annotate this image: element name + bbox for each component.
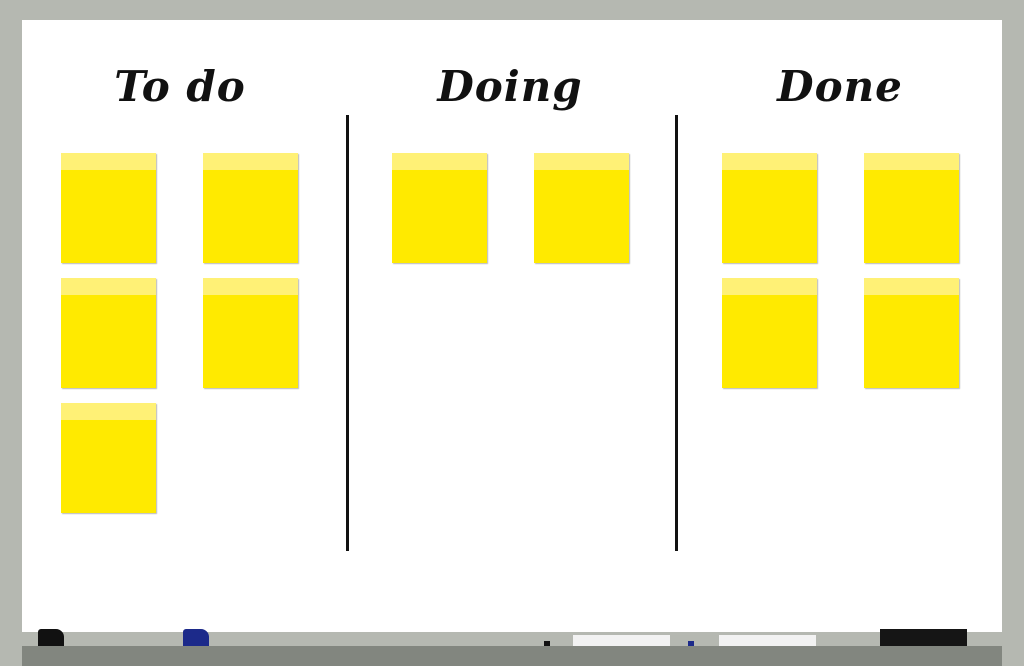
sticky-note-done[interactable]: [864, 153, 959, 263]
sticky-note-tape: [864, 153, 959, 170]
sticky-note-tape: [61, 153, 156, 170]
column-heading-doing: Doing: [437, 62, 583, 111]
sticky-note-tape: [722, 278, 817, 295]
sticky-note-tape: [61, 403, 156, 420]
column-divider: [675, 115, 678, 551]
sticky-note-tape: [864, 278, 959, 295]
sticky-note-tape: [203, 278, 298, 295]
column-divider: [346, 115, 349, 551]
sticky-note-todo[interactable]: [203, 153, 298, 263]
black-marker-icon[interactable]: [880, 629, 967, 646]
sticky-note-tape: [722, 153, 817, 170]
blue-marker-icon[interactable]: [183, 629, 209, 646]
black-marker-icon[interactable]: [544, 641, 550, 646]
sticky-note-tape: [203, 153, 298, 170]
sticky-note-todo[interactable]: [203, 278, 298, 388]
column-heading-todo: To do: [114, 62, 246, 111]
blue-marker-icon[interactable]: [688, 641, 694, 646]
sticky-note-tape: [534, 153, 629, 170]
sticky-note-doing[interactable]: [534, 153, 629, 263]
eraser-icon[interactable]: [719, 635, 816, 646]
sticky-note-done[interactable]: [722, 278, 817, 388]
sticky-note-tape: [392, 153, 487, 170]
sticky-note-doing[interactable]: [392, 153, 487, 263]
column-heading-done: Done: [777, 62, 903, 111]
black-marker-icon[interactable]: [38, 629, 64, 646]
sticky-note-tape: [61, 278, 156, 295]
sticky-note-todo[interactable]: [61, 403, 156, 513]
marker-tray: [22, 632, 1002, 646]
sticky-note-done[interactable]: [864, 278, 959, 388]
sticky-note-todo[interactable]: [61, 278, 156, 388]
sticky-note-done[interactable]: [722, 153, 817, 263]
sticky-note-todo[interactable]: [61, 153, 156, 263]
eraser-icon[interactable]: [573, 635, 670, 646]
marker-tray-lip: [22, 646, 1002, 666]
